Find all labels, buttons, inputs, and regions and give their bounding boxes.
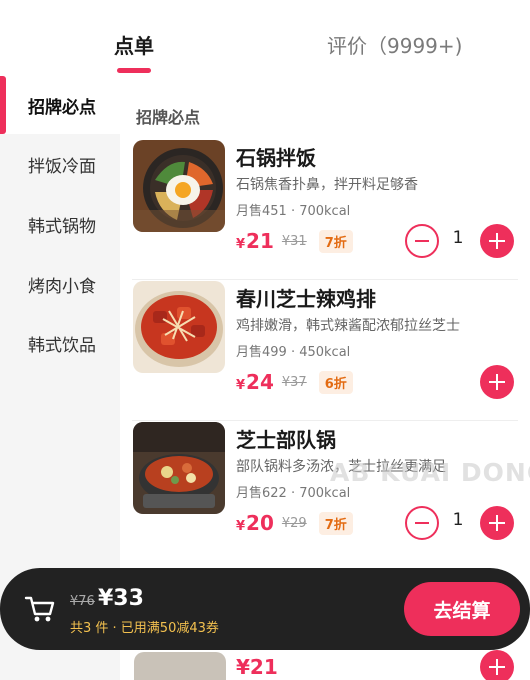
dish-card[interactable]: 春川芝士辣鸡排 鸡排嫩滑，韩式辣酱配浓郁拉丝芝士 月售499 · 450kcal… — [120, 281, 530, 421]
cart-summary: 共3 件 · 已用满50减43券 — [70, 621, 219, 636]
dish-description: 鸡排嫩滑，韩式辣酱配浓郁拉丝芝士 — [236, 318, 460, 334]
price-row: ¥21 ¥31 7折 — [236, 228, 353, 254]
sidebar-item-label: 烤肉小食 — [28, 276, 96, 297]
cart-icon[interactable] — [24, 594, 56, 624]
cart-total-price: ¥33 — [98, 586, 144, 611]
minus-icon — [415, 522, 429, 524]
dish-price: ¥21 — [236, 655, 278, 679]
dish-card[interactable]: 石锅拌饭 石锅焦香扑鼻，拌开料足够香 月售451 · 700kcal ¥21 ¥… — [120, 140, 530, 280]
discount-badge: 7折 — [318, 511, 353, 535]
dish-meta: 月售451 · 700kcal — [236, 204, 351, 219]
original-price: ¥37 — [281, 374, 307, 390]
increase-quantity-button[interactable] — [480, 365, 514, 399]
decrease-quantity-button[interactable] — [405, 224, 439, 258]
sidebar-item-label: 招牌必点 — [28, 97, 96, 118]
top-tab-bar: 点单 评价（9999+) — [0, 0, 530, 76]
dish-image-partial[interactable] — [134, 652, 226, 680]
increase-quantity-button[interactable] — [480, 650, 514, 680]
sidebar-item-korean-hotpot[interactable]: 韩式锅物 — [0, 195, 120, 253]
cart-original-price: ¥76 — [70, 594, 95, 609]
discount-badge: 6折 — [318, 370, 353, 394]
sidebar-item-korean-drinks[interactable]: 韩式饮品 — [0, 314, 120, 372]
discount-badge: 7折 — [318, 229, 353, 253]
sidebar-item-bbq-snacks[interactable]: 烤肉小食 — [0, 255, 120, 313]
dish-name: 芝士部队锅 — [236, 428, 336, 452]
divider — [132, 279, 518, 280]
sidebar-item-signature[interactable]: 招牌必点 — [0, 76, 120, 134]
active-tab-indicator — [117, 68, 151, 73]
price-row: ¥24 ¥37 6折 — [236, 369, 353, 395]
original-price: ¥31 — [281, 233, 307, 249]
dish-name: 石锅拌饭 — [236, 146, 316, 170]
dish-meta: 月售499 · 450kcal — [236, 345, 351, 360]
increase-quantity-button[interactable] — [480, 224, 514, 258]
decrease-quantity-button[interactable] — [405, 506, 439, 540]
sidebar-item-label: 拌饭冷面 — [28, 156, 96, 177]
dish-price: ¥24 — [236, 370, 274, 394]
dish-image-cheese-chicken[interactable] — [133, 281, 225, 373]
dish-image-army-stew[interactable] — [133, 422, 225, 514]
dish-image-bibimbap[interactable] — [133, 140, 225, 232]
increase-quantity-button[interactable] — [480, 506, 514, 540]
dish-name: 春川芝士辣鸡排 — [236, 287, 376, 311]
minus-icon — [415, 240, 429, 242]
original-price: ¥29 — [281, 515, 307, 531]
quantity-value: 1 — [452, 228, 464, 248]
sidebar-item-label: 韩式锅物 — [28, 216, 96, 237]
divider — [132, 420, 518, 421]
watermark: AB KUAI DONG — [330, 458, 530, 487]
cart-bar: ¥76 ¥33 共3 件 · 已用满50减43券 去结算 — [0, 568, 530, 650]
sidebar-item-label: 韩式饮品 — [28, 335, 96, 356]
dish-price: ¥21 — [236, 229, 274, 253]
tab-reviews[interactable]: 评价（9999+) — [327, 30, 462, 59]
dish-price: ¥20 — [236, 511, 274, 535]
tab-order[interactable]: 点单 — [114, 30, 154, 59]
quantity-value: 1 — [452, 510, 464, 530]
section-title: 招牌必点 — [136, 108, 201, 127]
dish-description: 石锅焦香扑鼻，拌开料足够香 — [236, 177, 418, 193]
active-category-marker — [0, 76, 6, 134]
price-row: ¥20 ¥29 7折 — [236, 510, 353, 536]
sidebar-item-bibimbap-cold-noodles[interactable]: 拌饭冷面 — [0, 135, 120, 193]
checkout-button[interactable]: 去结算 — [404, 582, 520, 636]
dish-card[interactable]: 芝士部队锅 部队锅料多汤浓，芝士拉丝更满足 月售622 · 700kcal ¥2… — [120, 422, 530, 562]
